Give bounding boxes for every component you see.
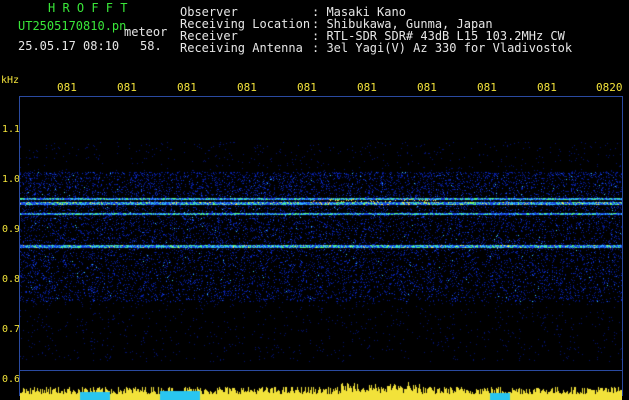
y-tick-label: 1.0: [2, 174, 21, 185]
y-tick-label: 1.1: [2, 124, 21, 135]
top-axis-line: [19, 96, 623, 97]
capture-datetime: 25.05.17 08:10: [18, 39, 120, 53]
capture-count: 58.: [140, 39, 162, 53]
right-axis-line: [622, 96, 623, 396]
y-tick-label: 0.6: [2, 374, 21, 385]
time-tick-label: 081: [297, 81, 317, 94]
antenna-value: : 3el Yagi(V) Az 330 for Vladivostok: [312, 41, 573, 55]
event-tag: meteor: [124, 25, 168, 39]
file-name: UT2505170810.pn: [18, 19, 127, 33]
spectrogram-waterfall: [20, 102, 622, 366]
axis-unit-label: kHz: [1, 75, 20, 86]
time-tick-label: 081: [537, 81, 557, 94]
station-title: H R O F F T: [48, 1, 128, 15]
y-tick-label: 0.8: [2, 274, 21, 285]
time-tick-label: 081: [57, 81, 77, 94]
antenna-label: Receiving Antenna: [180, 41, 303, 55]
time-tick-label: 081: [117, 81, 137, 94]
baseline-line: [19, 370, 623, 371]
time-tick-label: 081: [477, 81, 497, 94]
time-tick-label: 081: [177, 81, 197, 94]
amplitude-strip: [20, 372, 622, 400]
time-tick-label: 081: [357, 81, 377, 94]
y-tick-label: 0.9: [2, 224, 21, 235]
time-tick-label: 0820: [596, 81, 623, 94]
y-tick-label: 0.7: [2, 324, 21, 335]
time-tick-label: 081: [417, 81, 437, 94]
time-tick-label: 081: [237, 81, 257, 94]
